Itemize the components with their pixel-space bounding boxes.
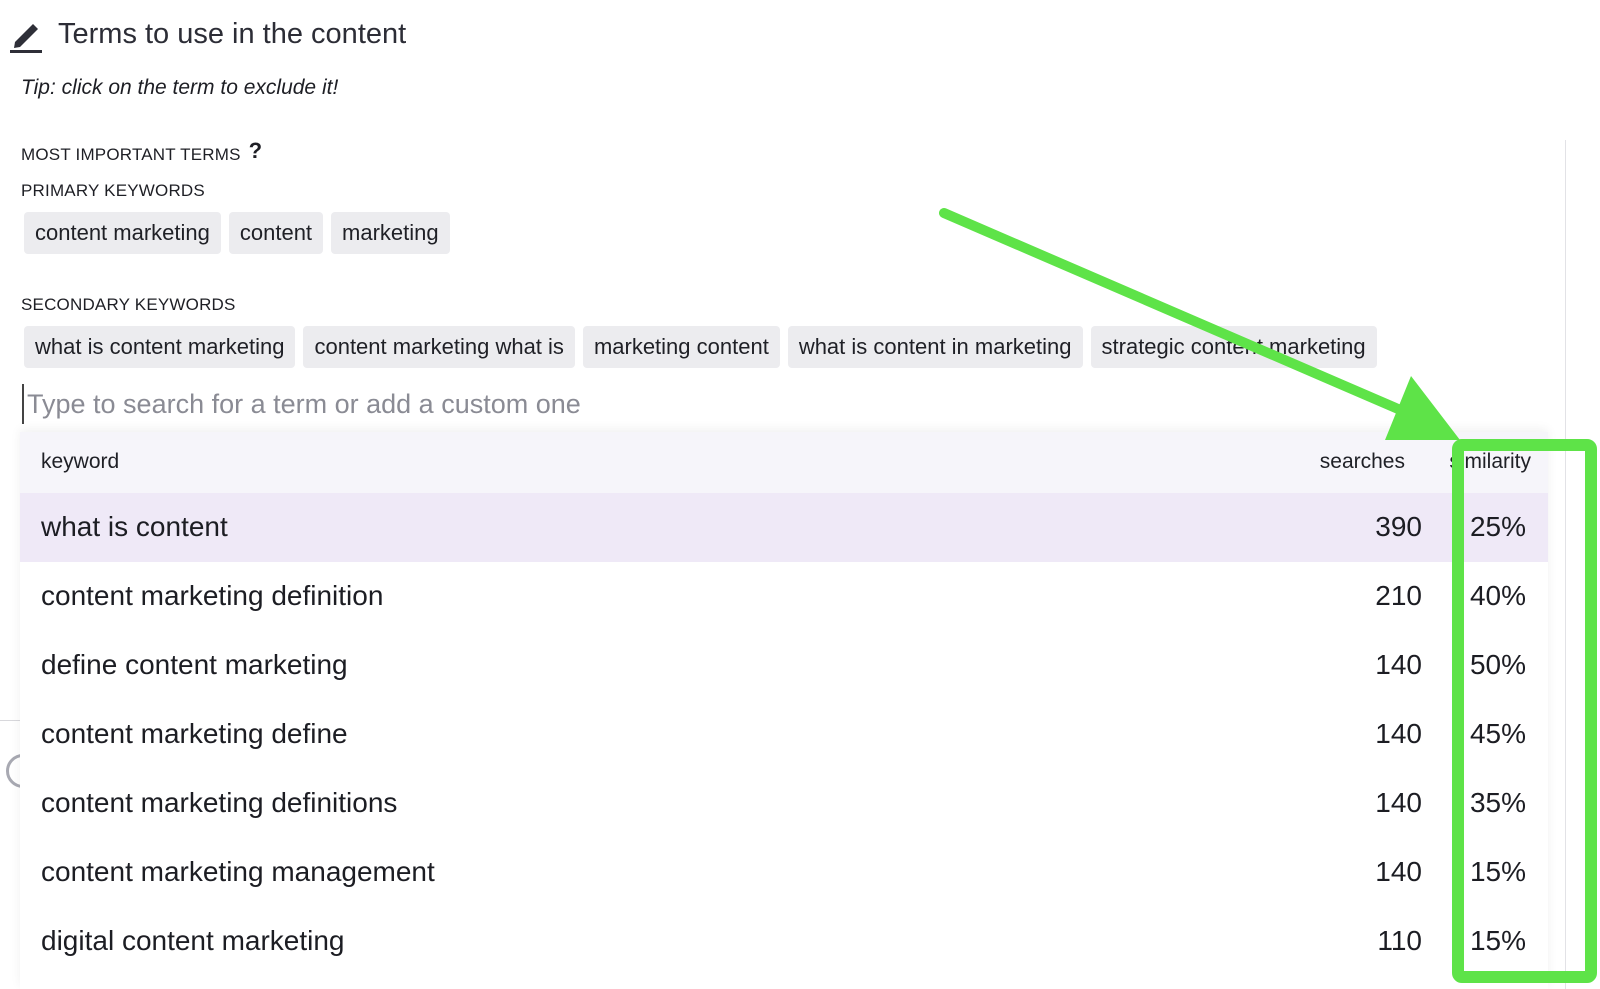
suggestion-keyword: digital content marketing [41, 925, 345, 956]
suggestion-dropdown: keyword searches similarity what is cont… [20, 432, 1548, 989]
suggestion-row[interactable]: content marketing management 140 15% [20, 838, 1548, 907]
suggestion-keyword: content marketing definition [41, 580, 384, 611]
tip-text: Tip: click on the term to exclude it! [21, 76, 339, 99]
keyword-chip[interactable]: strategic content marketing [1090, 326, 1377, 368]
column-header-keyword[interactable]: keyword [41, 450, 119, 474]
suggestion-searches: 110 [1377, 925, 1422, 956]
primary-keywords-label: PRIMARY KEYWORDS [21, 181, 205, 200]
help-icon[interactable]: ? [249, 138, 263, 164]
suggestion-similarity: 25% [1469, 511, 1526, 542]
suggestion-searches: 140 [1375, 649, 1422, 680]
primary-keyword-chips: content marketing content marketing [24, 212, 450, 254]
column-header-similarity[interactable]: similarity [1449, 450, 1531, 474]
background-divider [0, 720, 20, 721]
suggestion-searches: 390 [1375, 511, 1422, 542]
keyword-chip[interactable]: content [228, 212, 324, 254]
suggestion-row[interactable]: content marketing definitions 140 35% [20, 769, 1548, 838]
keyword-chip[interactable]: marketing content [582, 326, 780, 368]
most-important-terms-text: MOST IMPORTANT TERMS [21, 145, 241, 164]
page-title: Terms to use in the content [58, 17, 407, 50]
suggestion-row[interactable]: content marketing define 140 45% [20, 700, 1548, 769]
pencil-icon [8, 14, 44, 54]
column-header-searches[interactable]: searches [1320, 450, 1405, 474]
section-header: Terms to use in the content [8, 12, 406, 56]
suggestion-searches: 210 [1375, 580, 1422, 611]
keyword-chip[interactable]: what is content marketing [24, 326, 296, 368]
keyword-chip[interactable]: marketing [331, 212, 450, 254]
suggestion-searches: 140 [1375, 856, 1422, 887]
keyword-chip[interactable]: content marketing [24, 212, 221, 254]
search-wrapper [22, 384, 1127, 424]
suggestion-keyword: content marketing management [41, 856, 435, 887]
suggestion-keyword: content marketing definitions [41, 787, 398, 818]
suggestion-similarity: 50% [1469, 649, 1526, 680]
suggestion-similarity: 15% [1469, 856, 1526, 887]
suggestion-keyword: define content marketing [41, 649, 348, 680]
suggestion-keyword: what is content [41, 511, 228, 542]
panel-divider [1565, 140, 1566, 989]
suggestion-keyword: content marketing define [41, 718, 348, 749]
suggestion-similarity: 15% [1469, 925, 1526, 956]
suggestion-searches: 140 [1375, 787, 1422, 818]
suggestion-row[interactable]: define content marketing 140 50% [20, 631, 1548, 700]
keyword-chip[interactable]: what is content in marketing [787, 326, 1083, 368]
term-search-input[interactable] [22, 384, 1127, 424]
suggestion-similarity: 45% [1469, 718, 1526, 749]
suggestion-similarity: 40% [1469, 580, 1526, 611]
secondary-keyword-chips: what is content marketing content market… [24, 326, 1377, 368]
suggestion-similarity: 35% [1469, 787, 1526, 818]
suggestion-row[interactable]: what is content 390 25% [20, 493, 1548, 562]
secondary-keywords-label: SECONDARY KEYWORDS [21, 295, 236, 314]
suggestion-row[interactable]: digital content marketing 110 15% [20, 907, 1548, 976]
most-important-terms-label: MOST IMPORTANT TERMS? [21, 138, 262, 165]
annotation-arrow-head [1385, 376, 1460, 440]
dropdown-header: keyword searches similarity [20, 432, 1548, 493]
annotation-arrow-shaft [939, 208, 1410, 417]
suggestion-searches: 140 [1375, 718, 1422, 749]
keyword-chip[interactable]: content marketing what is [303, 326, 575, 368]
suggestion-row[interactable]: content marketing definition 210 40% [20, 562, 1548, 631]
